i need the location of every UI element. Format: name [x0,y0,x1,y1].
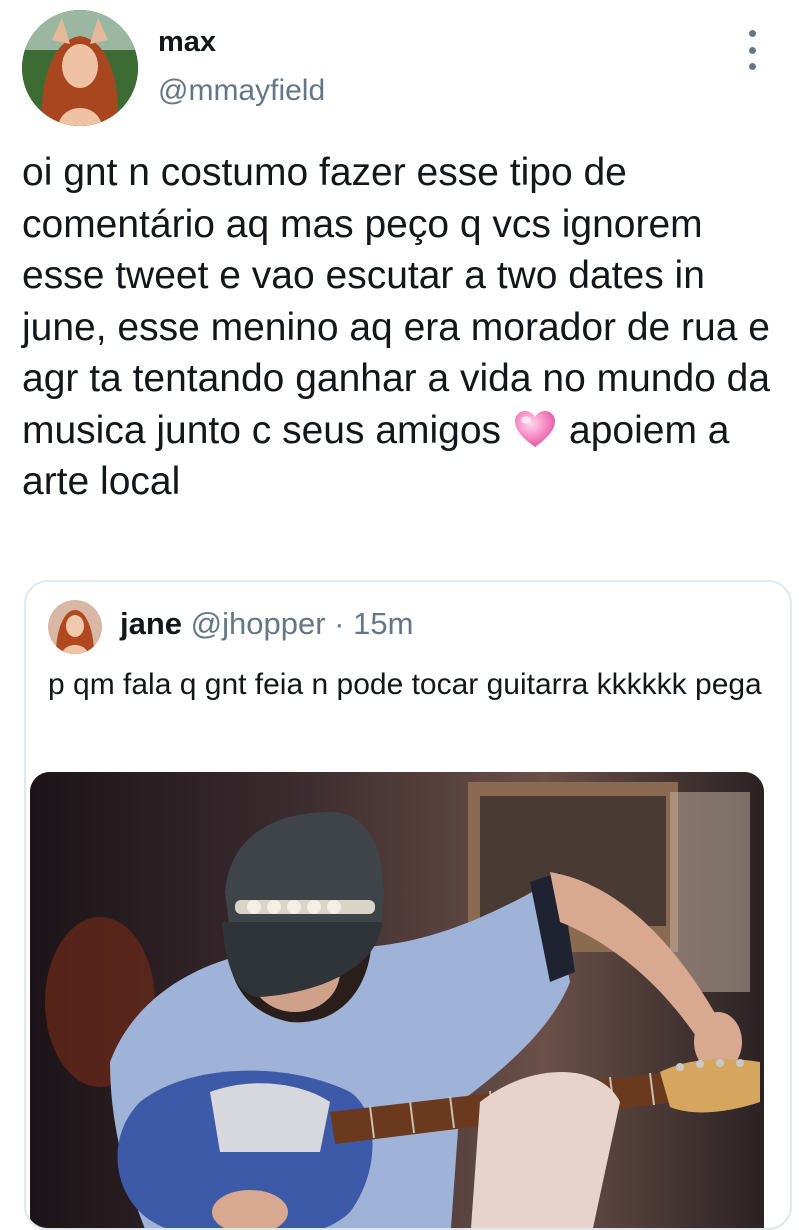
tweet-text: oi gnt n costumo fazer esse tipo de come… [22,147,782,508]
author-display-name[interactable]: max [158,26,216,59]
more-dot [748,46,756,54]
more-options-icon[interactable] [740,30,764,70]
author-avatar[interactable] [22,10,138,126]
guitarist-photo-image [30,772,764,1228]
quoted-tweet-timestamp[interactable]: 15m [353,606,413,641]
separator-dot: · [334,606,345,641]
quoted-author-display-name[interactable]: jane [120,606,182,641]
quoted-author-avatar[interactable] [48,600,102,654]
author-handle[interactable]: @mmayfield [158,74,325,108]
pink-heart-emoji-icon [513,409,557,449]
quoted-tweet-card[interactable]: jane @jhopper · 15m p qm fala q gnt feia… [24,580,792,1230]
quoted-tweet-photo[interactable] [30,772,764,1228]
more-dot [748,63,756,70]
quoted-author-handle[interactable]: @jhopper [191,606,326,641]
author-avatar-image [22,10,138,126]
quoted-tweet-text: p qm fala q gnt feia n pode tocar guitar… [48,668,762,701]
quoted-avatar-image [48,600,102,654]
more-dot [748,30,756,37]
quoted-tweet-header: jane @jhopper · 15m [120,606,413,642]
tweet-text-part-1: oi gnt n costumo fazer esse tipo de come… [22,151,771,452]
